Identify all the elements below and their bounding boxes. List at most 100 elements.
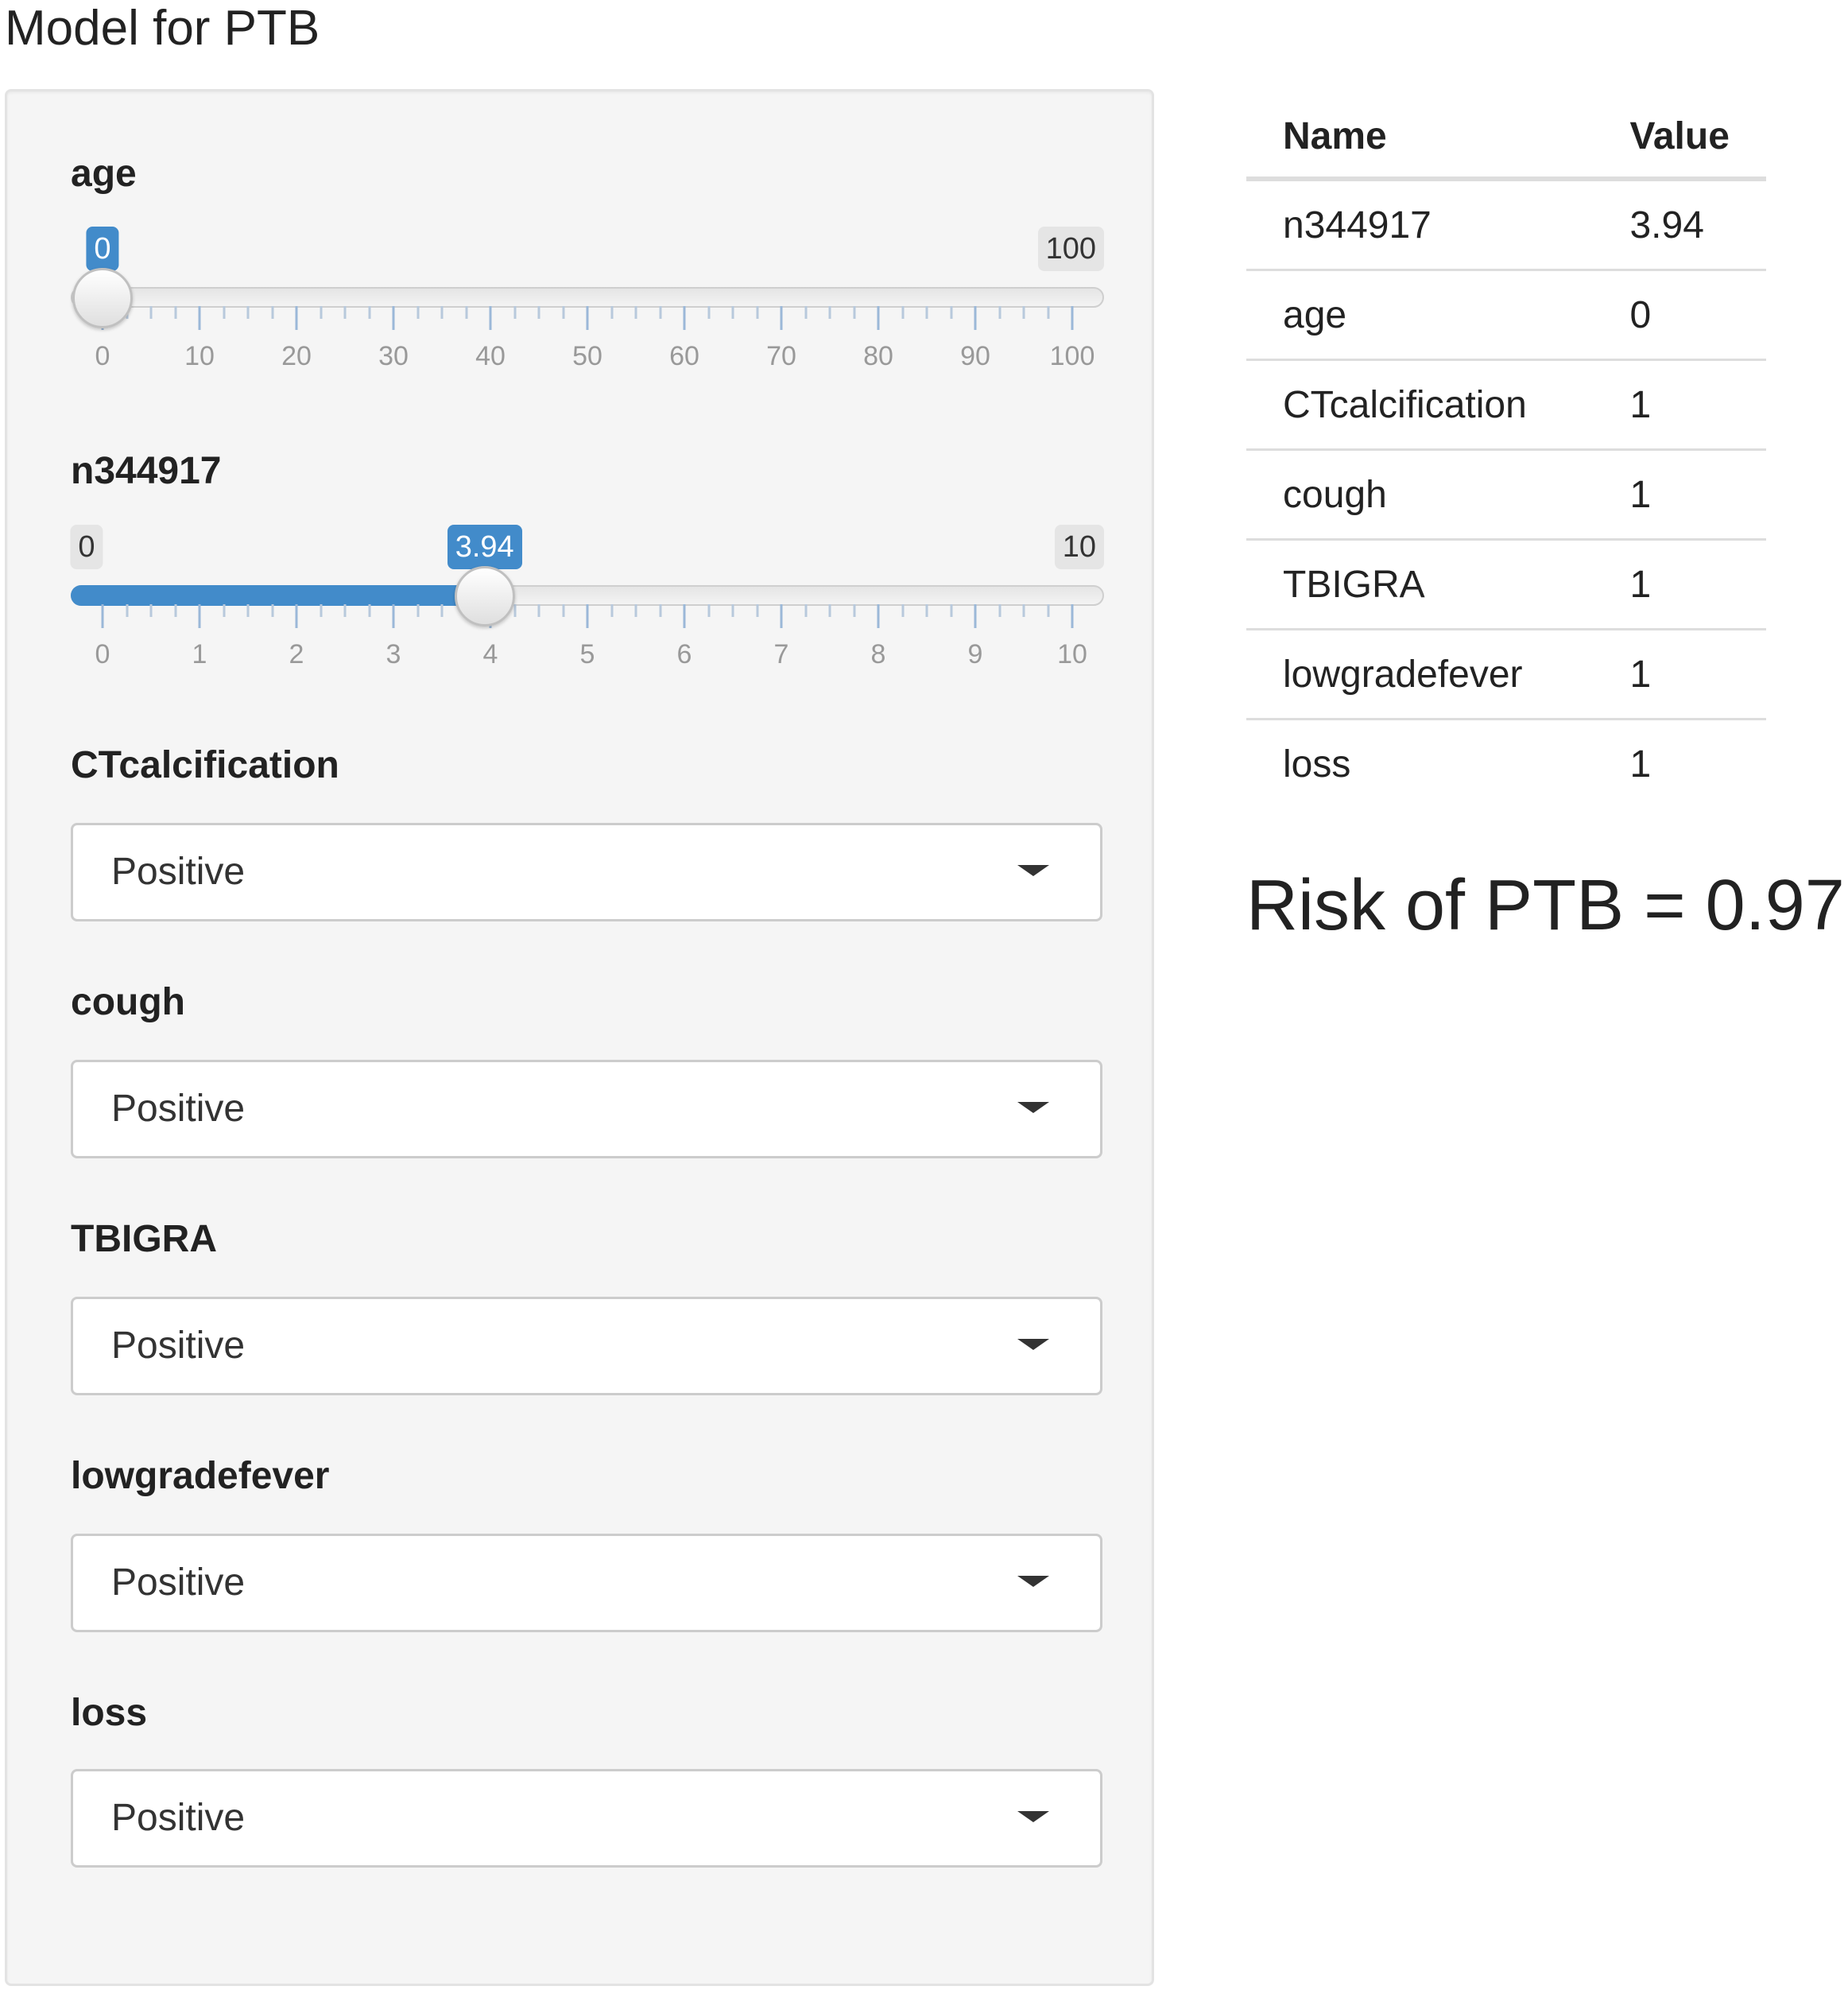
slider-minor-tick bbox=[1047, 604, 1049, 617]
slider-major-tick bbox=[489, 306, 492, 330]
slider-major-tick bbox=[1071, 604, 1074, 628]
slider-tick-label: 6 bbox=[676, 639, 692, 669]
slider-minor-tick bbox=[440, 306, 444, 319]
slider-minor-tick bbox=[828, 306, 831, 319]
slider-minor-tick bbox=[853, 306, 855, 319]
page-title: Model for PTB bbox=[5, 1, 320, 56]
slider-minor-tick bbox=[901, 306, 904, 319]
slider-tick-label: 3 bbox=[385, 639, 401, 669]
slider-minor-tick bbox=[343, 604, 347, 617]
caret-down-icon bbox=[1017, 1102, 1049, 1113]
table-row: n344917 3.94 bbox=[1246, 179, 1766, 271]
slider-minor-tick bbox=[610, 306, 613, 319]
slider-minor-tick bbox=[174, 604, 176, 617]
slider-major-tick bbox=[974, 306, 977, 330]
slider-tick-label: 40 bbox=[475, 341, 506, 371]
slider-minor-tick bbox=[756, 306, 758, 319]
value-column-header: Value bbox=[1629, 95, 1766, 181]
caret-down-icon bbox=[1017, 1811, 1049, 1822]
slider-major-tick bbox=[392, 604, 395, 628]
slider-tick-label: 0 bbox=[95, 639, 110, 669]
lowgradefever-label: lowgradefever bbox=[71, 1455, 330, 1497]
slider-major-tick bbox=[683, 604, 686, 628]
slider-minor-tick bbox=[659, 306, 661, 319]
table-row: lowgradefever 1 bbox=[1246, 629, 1766, 720]
slider-minor-tick bbox=[562, 604, 564, 617]
n344917-slider-ticks: 0 1 2 3 4 5 6 7 8 9 10 bbox=[95, 604, 1087, 669]
sidebar-panel: age 100 0 0 10 20 30 40 50 60 70 80 90 100 n344917… bbox=[5, 89, 1154, 1986]
slider-tick-label: 9 bbox=[967, 639, 983, 669]
slider-minor-tick bbox=[634, 306, 637, 319]
table-row: cough 1 bbox=[1246, 449, 1766, 541]
slider-major-tick bbox=[586, 306, 589, 330]
loss-select-value: Positive bbox=[111, 1797, 246, 1839]
app-page: Model for PTB age 100 0 0 10 20 30 40 50 60 70 8… bbox=[0, 0, 1848, 1990]
slider-minor-tick bbox=[149, 306, 153, 319]
slider-minor-tick bbox=[513, 604, 516, 617]
slider-tick-label: 70 bbox=[766, 341, 796, 371]
table-row: loss 1 bbox=[1246, 720, 1766, 809]
n344917-slider-handle[interactable] bbox=[454, 566, 515, 626]
slider-tick-label: 5 bbox=[579, 639, 595, 669]
slider-major-tick bbox=[392, 306, 395, 330]
row-name: lowgradefever bbox=[1246, 629, 1630, 720]
loss-label: loss bbox=[71, 1692, 148, 1734]
slider-minor-tick bbox=[513, 306, 516, 319]
slider-tick-label: 1 bbox=[192, 639, 207, 669]
slider-minor-tick bbox=[998, 306, 1001, 319]
n344917-value-badge: 3.94 bbox=[447, 525, 522, 569]
slider-major-tick bbox=[877, 604, 880, 628]
slider-minor-tick bbox=[853, 604, 855, 617]
tbigra-select-value: Positive bbox=[111, 1325, 246, 1367]
slider-minor-tick bbox=[149, 604, 153, 617]
lowgradefever-select-value: Positive bbox=[111, 1561, 246, 1604]
age-slider-ticks: 0 10 20 30 40 50 60 70 80 90 100 bbox=[95, 306, 1094, 371]
slider-minor-tick bbox=[950, 604, 952, 617]
n344917-slider-fill bbox=[71, 585, 485, 606]
values-table: Name Value n344917 3.94 age 0 CTcalcific… bbox=[1246, 95, 1766, 808]
row-value: 1 bbox=[1629, 449, 1766, 541]
tbigra-select[interactable]: Positive bbox=[71, 1297, 1102, 1395]
age-label: age bbox=[71, 153, 137, 195]
row-name: CTcalcification bbox=[1246, 359, 1630, 451]
ctcalcification-select[interactable]: Positive bbox=[71, 823, 1102, 921]
n344917-max-badge: 10 bbox=[1054, 525, 1104, 569]
row-value: 1 bbox=[1629, 743, 1652, 786]
lowgradefever-select[interactable]: Positive bbox=[71, 1534, 1102, 1632]
caret-down-icon bbox=[1017, 1576, 1049, 1587]
ctcalcification-label: CTcalcification bbox=[71, 744, 339, 786]
n344917-slider[interactable]: 0 10 3.94 0 1 2 3 4 5 6 7 8 9 10 bbox=[70, 525, 1104, 708]
slider-minor-tick bbox=[465, 306, 467, 319]
slider-minor-tick bbox=[707, 306, 710, 319]
age-value-badge: 0 bbox=[86, 227, 119, 271]
slider-minor-tick bbox=[950, 306, 952, 319]
slider-minor-tick bbox=[126, 604, 128, 617]
slider-minor-tick bbox=[610, 604, 613, 617]
slider-major-tick bbox=[101, 604, 104, 628]
row-name: age bbox=[1246, 270, 1630, 361]
slider-minor-tick bbox=[537, 604, 540, 617]
slider-minor-tick bbox=[223, 306, 225, 319]
cough-select[interactable]: Positive bbox=[71, 1060, 1102, 1158]
slider-tick-label: 4 bbox=[482, 639, 498, 669]
age-slider-track[interactable] bbox=[71, 287, 1104, 308]
age-slider[interactable]: 100 0 0 10 20 30 40 50 60 70 80 90 100 bbox=[71, 227, 1104, 409]
row-value: 1 bbox=[1629, 539, 1766, 630]
slider-tick-label: 20 bbox=[281, 341, 312, 371]
row-name: TBIGRA bbox=[1246, 539, 1630, 630]
slider-minor-tick bbox=[1022, 306, 1025, 319]
row-name: loss bbox=[1283, 743, 1351, 786]
loss-select[interactable]: Positive bbox=[71, 1769, 1102, 1868]
slider-tick-label: 8 bbox=[870, 639, 886, 669]
slider-minor-tick bbox=[416, 604, 419, 617]
age-slider-handle[interactable] bbox=[72, 268, 133, 328]
slider-tick-label: 0 bbox=[95, 341, 110, 371]
cough-label: cough bbox=[71, 981, 185, 1023]
cough-select-value: Positive bbox=[111, 1088, 246, 1130]
slider-minor-tick bbox=[804, 604, 807, 617]
slider-major-tick bbox=[1071, 306, 1074, 330]
slider-minor-tick bbox=[756, 604, 758, 617]
slider-major-tick bbox=[780, 306, 783, 330]
slider-tick-label: 30 bbox=[378, 341, 409, 371]
slider-major-tick bbox=[198, 604, 201, 628]
